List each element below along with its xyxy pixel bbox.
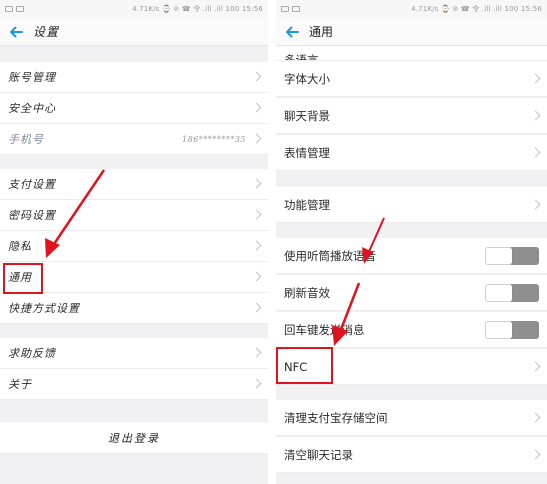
settings-item-general[interactable]: 通用 — [0, 262, 268, 293]
settings-item-password[interactable]: 密码设置 — [0, 200, 268, 231]
refresh-sound-toggle[interactable] — [485, 283, 539, 302]
settings-item-label: 清理支付宝存储空间 — [284, 410, 388, 425]
chevron-right-icon — [530, 449, 541, 459]
earpiece-toggle[interactable] — [485, 246, 539, 265]
settings-item-label: 快捷方式设置 — [8, 302, 80, 315]
settings-screen: 4.71K/s ⌚ ⊘ ☎ 令 .ill .ill 100 15:56 设置 账… — [0, 0, 268, 484]
chevron-right-icon — [251, 347, 262, 358]
enter-send-toggle[interactable] — [485, 320, 539, 339]
chevron-right-icon — [530, 199, 541, 209]
chevron-right-icon — [251, 302, 262, 313]
settings-item-refresh-sound[interactable]: 刷新音效 — [276, 275, 547, 311]
chevron-right-icon — [530, 361, 541, 371]
settings-item-label: 功能管理 — [284, 197, 330, 212]
chevron-right-icon — [251, 133, 262, 144]
status-bar-info: 4.71K/s ⌚ ⊘ ☎ 令 .ill .ill 100 15:56 — [132, 5, 263, 13]
chevron-right-icon — [251, 271, 262, 282]
settings-item-phone[interactable]: 手机号 186********35 — [0, 124, 268, 155]
settings-item-label: 账号管理 — [8, 71, 56, 84]
notification-icons — [281, 6, 300, 12]
settings-item-earpiece[interactable]: 使用听筒播放语音 — [276, 238, 547, 274]
settings-item-label: 安全中心 — [8, 102, 56, 115]
settings-item-label: 密码设置 — [8, 209, 56, 222]
settings-item-feedback[interactable]: 求助反馈 — [0, 338, 268, 369]
status-bar: 4.71K/s ⌚ ⊘ ☎ 令 .ill .ill 100 15:56 — [0, 0, 268, 18]
status-bar-info: 4.71K/s ⌚ ⊘ ☎ 令 .ill .ill 100 15:56 — [411, 5, 542, 13]
settings-item-enter-send[interactable]: 回车键发送消息 — [276, 312, 547, 348]
chevron-right-icon — [530, 73, 541, 83]
nav-bar: 通用 — [276, 18, 547, 46]
page-title: 通用 — [309, 25, 334, 39]
nav-bar: 设置 — [0, 18, 268, 46]
back-arrow-icon[interactable] — [7, 23, 25, 41]
settings-item-label: 回车键发送消息 — [284, 322, 365, 337]
settings-item-label: 聊天背景 — [284, 108, 330, 123]
chevron-right-icon — [251, 102, 262, 113]
settings-item-label: 关于 — [8, 378, 32, 391]
settings-item-label: 手机号 — [8, 133, 44, 146]
chevron-right-icon — [251, 240, 262, 251]
chevron-right-icon — [530, 110, 541, 120]
settings-item-security[interactable]: 安全中心 — [0, 93, 268, 124]
settings-item-language[interactable]: 多语言 — [276, 46, 547, 61]
settings-item-clear-storage[interactable]: 清理支付宝存储空间 — [276, 400, 547, 436]
settings-item-privacy[interactable]: 隐私 — [0, 231, 268, 262]
settings-item-about[interactable]: 关于 — [0, 369, 268, 400]
settings-item-label: 使用听筒播放语音 — [284, 248, 376, 263]
settings-item-account[interactable]: 账号管理 — [0, 62, 268, 93]
settings-item-label: 清空聊天记录 — [284, 447, 353, 462]
settings-item-chat-background[interactable]: 聊天背景 — [276, 98, 547, 134]
back-arrow-icon[interactable] — [283, 23, 301, 41]
settings-item-label: 刷新音效 — [284, 285, 330, 300]
general-settings-screen: 4.71K/s ⌚ ⊘ ☎ 令 .ill .ill 100 15:56 通用 多… — [276, 0, 547, 484]
settings-item-font-size[interactable]: 字体大小 — [276, 61, 547, 97]
settings-item-shortcuts[interactable]: 快捷方式设置 — [0, 293, 268, 324]
settings-item-label: 多语言 — [284, 53, 319, 61]
notification-icons — [5, 6, 24, 12]
settings-item-features[interactable]: 功能管理 — [276, 187, 547, 223]
page-title: 设置 — [33, 25, 60, 39]
chevron-right-icon — [530, 412, 541, 422]
settings-item-label: NFC — [284, 359, 308, 374]
settings-item-label: 表情管理 — [284, 145, 330, 160]
chevron-right-icon — [251, 71, 262, 82]
settings-item-label: 字体大小 — [284, 71, 330, 86]
settings-item-label: 支付设置 — [8, 178, 56, 191]
phone-number-value: 186********35 — [182, 134, 246, 144]
chevron-right-icon — [530, 147, 541, 157]
settings-item-label: 隐私 — [8, 240, 32, 253]
chevron-right-icon — [251, 209, 262, 220]
settings-item-clear-chat[interactable]: 清空聊天记录 — [276, 437, 547, 473]
chevron-right-icon — [251, 378, 262, 389]
settings-item-nfc[interactable]: NFC — [276, 349, 547, 385]
status-bar: 4.71K/s ⌚ ⊘ ☎ 令 .ill .ill 100 15:56 — [276, 0, 547, 18]
logout-button[interactable]: 退出登录 — [0, 421, 268, 454]
settings-item-payment[interactable]: 支付设置 — [0, 169, 268, 200]
settings-item-label: 求助反馈 — [8, 347, 56, 360]
settings-item-label: 通用 — [8, 271, 32, 284]
settings-item-emoji[interactable]: 表情管理 — [276, 135, 547, 171]
chevron-right-icon — [251, 178, 262, 189]
